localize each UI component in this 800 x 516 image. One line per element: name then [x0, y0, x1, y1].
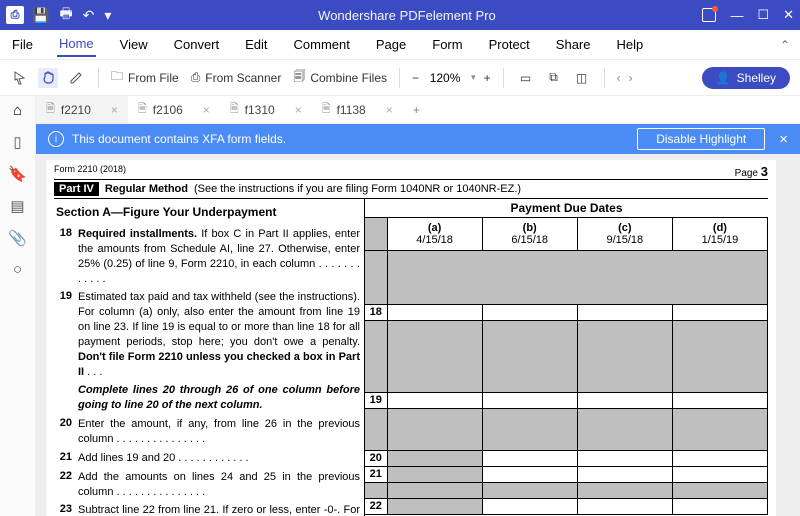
cell-19b[interactable] [482, 392, 577, 408]
cell-21b[interactable] [482, 466, 577, 482]
part-badge: Part IV [54, 182, 99, 196]
cell-22b[interactable] [482, 498, 577, 514]
menu-protect[interactable]: Protect [487, 33, 532, 56]
section-a-title: Section A—Figure Your Underpayment [54, 199, 364, 225]
cell-19c[interactable] [577, 392, 672, 408]
cell-19d[interactable] [672, 392, 767, 408]
maximize-button[interactable]: ☐ [757, 7, 769, 23]
menu-page[interactable]: Page [374, 33, 408, 56]
close-tab-icon[interactable]: × [386, 103, 393, 117]
left-sidebar: ⌂ ▯ 🔖 ▤ 📎 ○ [0, 96, 36, 516]
cell-18a[interactable] [387, 304, 482, 320]
thumbnails-icon[interactable]: ▯ [13, 133, 21, 151]
form-grid: (a)4/15/18 (b)6/15/18 (c)9/15/18 (d)1/15… [365, 218, 768, 515]
payment-due-dates-header: Payment Due Dates [365, 199, 768, 218]
app-title: Wondershare PDFelement Pro [111, 8, 702, 23]
zoom-input[interactable] [427, 71, 463, 85]
tab-f1138[interactable]: 🗎f1138× [312, 96, 403, 123]
cell-20b[interactable] [482, 450, 577, 466]
undo-icon[interactable]: ↶ [83, 7, 95, 24]
menu-comment[interactable]: Comment [292, 33, 352, 56]
folder-icon: 🗀 [111, 67, 123, 88]
file-icon: 🗎 [230, 100, 239, 119]
banner-text: This document contains XFA form fields. [72, 132, 286, 146]
titlebar: ⎙ 💾 🖶 ↶ ▾ Wondershare PDFelement Pro — ☐… [0, 0, 800, 30]
tab-f1310[interactable]: 🗎f1310× [220, 96, 312, 123]
cell-20a [387, 450, 482, 466]
scanner-icon: ⎙ [191, 70, 201, 85]
pdf-page: Form 2210 (2018)Page 3 Part IV Regular M… [46, 160, 776, 516]
combine-files-button[interactable]: 🗐 Combine Files [293, 67, 387, 88]
menu-share[interactable]: Share [554, 33, 593, 56]
tab-f2210[interactable]: 🗎f2210× [36, 96, 128, 123]
fit-width-icon[interactable]: ⧉ [544, 68, 564, 88]
zoom-out-button[interactable]: − [412, 71, 419, 85]
user-button[interactable]: 👤 Shelley [702, 67, 790, 89]
close-tab-icon[interactable]: × [203, 103, 210, 117]
collapse-ribbon-icon[interactable]: ⌃ [780, 38, 790, 52]
file-icon: 🗎 [46, 100, 55, 119]
fit-height-icon[interactable]: ◫ [572, 68, 592, 88]
print-icon[interactable]: 🖶 [59, 3, 72, 27]
cell-22a [387, 498, 482, 514]
document-tabs: 🗎f2210× 🗎f2106× 🗎f1310× 🗎f1138× + [36, 96, 800, 124]
edit-tool-icon[interactable] [66, 68, 86, 88]
from-file-button[interactable]: 🗀 From File [111, 67, 179, 88]
info-icon: i [48, 131, 64, 147]
menu-edit[interactable]: Edit [243, 33, 269, 56]
home-icon[interactable]: ⌂ [13, 102, 22, 119]
menu-convert[interactable]: Convert [172, 33, 222, 56]
close-tab-icon[interactable]: × [295, 103, 302, 117]
file-icon: 🗎 [138, 100, 147, 119]
menu-file[interactable]: File [10, 33, 35, 56]
cell-20d[interactable] [672, 450, 767, 466]
cell-20c[interactable] [577, 450, 672, 466]
redo-icon[interactable]: ▾ [104, 7, 111, 24]
document-viewport[interactable]: Form 2210 (2018)Page 3 Part IV Regular M… [36, 154, 800, 516]
disable-highlight-button[interactable]: Disable Highlight [637, 128, 765, 150]
user-icon: 👤 [716, 71, 731, 85]
menu-help[interactable]: Help [615, 33, 646, 56]
close-button[interactable]: ✕ [783, 7, 794, 23]
cell-18b[interactable] [482, 304, 577, 320]
menu-form[interactable]: Form [430, 33, 464, 56]
prev-page-icon[interactable]: ‹ [617, 71, 621, 85]
save-icon[interactable]: 💾 [32, 7, 49, 24]
comments-icon[interactable]: ○ [13, 261, 22, 278]
menu-home[interactable]: Home [57, 32, 96, 57]
bookmarks-icon[interactable]: 🔖 [8, 165, 27, 183]
combine-icon: 🗐 [293, 67, 305, 88]
attachments-icon[interactable]: 📎 [8, 229, 27, 247]
xfa-banner: i This document contains XFA form fields… [36, 124, 800, 154]
toolbar: 🗀 From File ⎙ From Scanner 🗐 Combine Fil… [0, 60, 800, 96]
tab-f2106[interactable]: 🗎f2106× [128, 96, 220, 123]
menu-view[interactable]: View [118, 33, 150, 56]
cell-22d[interactable] [672, 498, 767, 514]
cell-19a[interactable] [387, 392, 482, 408]
from-scanner-button[interactable]: ⎙ From Scanner [191, 70, 282, 85]
notification-icon[interactable] [702, 8, 716, 22]
zoom-in-button[interactable]: + [484, 71, 491, 85]
close-tab-icon[interactable]: × [111, 103, 118, 117]
close-banner-icon[interactable]: × [779, 131, 788, 148]
file-icon: 🗎 [322, 100, 331, 119]
quick-access-toolbar: 💾 🖶 ↶ ▾ [32, 3, 111, 27]
cell-21d[interactable] [672, 466, 767, 482]
cell-22c[interactable] [577, 498, 672, 514]
layers-icon[interactable]: ▤ [10, 197, 24, 215]
cell-18d[interactable] [672, 304, 767, 320]
fit-page-icon[interactable]: ▭ [516, 68, 536, 88]
app-logo: ⎙ [6, 6, 24, 24]
minimize-button[interactable]: — [730, 8, 743, 23]
select-tool-icon[interactable] [10, 68, 30, 88]
add-tab-button[interactable]: + [403, 103, 430, 117]
hand-tool-icon[interactable] [38, 68, 58, 88]
cell-21a [387, 466, 482, 482]
cell-18c[interactable] [577, 304, 672, 320]
next-page-icon[interactable]: › [629, 71, 633, 85]
cell-21c[interactable] [577, 466, 672, 482]
zoom-dropdown-icon[interactable]: ▾ [471, 72, 476, 83]
menubar: File Home View Convert Edit Comment Page… [0, 30, 800, 60]
